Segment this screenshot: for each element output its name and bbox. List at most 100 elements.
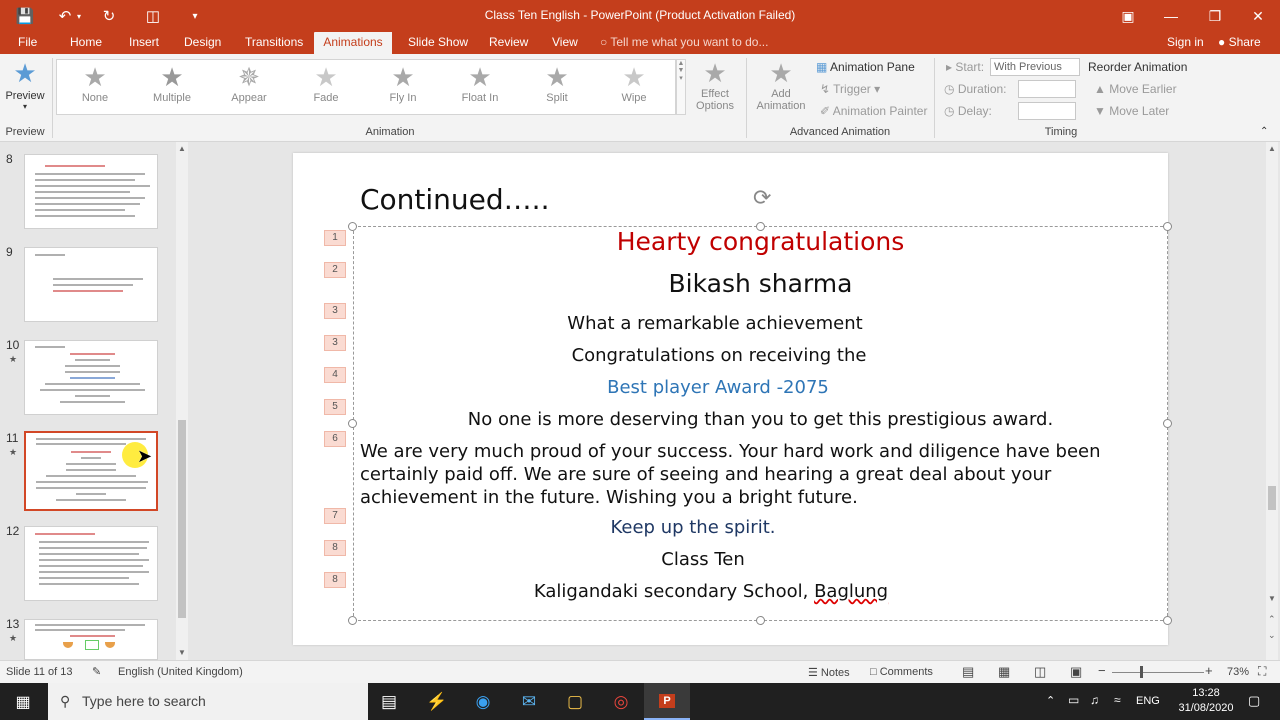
normal-view-icon[interactable]: ▤: [962, 664, 974, 680]
notifications-icon[interactable]: ▢: [1248, 693, 1260, 709]
tab-home[interactable]: Home: [66, 32, 106, 54]
next-slide-icon[interactable]: ⌄: [1268, 630, 1276, 641]
animation-painter-button[interactable]: ✐ Animation Painter: [820, 104, 927, 118]
file-explorer-icon[interactable]: ▢: [552, 683, 598, 720]
animation-order-badge[interactable]: 4: [324, 367, 346, 383]
tab-insert[interactable]: Insert: [125, 32, 163, 54]
animation-order-badge[interactable]: 7: [324, 508, 346, 524]
share-button[interactable]: ● Share: [1218, 32, 1261, 52]
ribbon-display-icon[interactable]: ▣: [1106, 0, 1150, 32]
animation-order-badge[interactable]: 2: [324, 262, 346, 278]
thumbnail-scrollbar[interactable]: ▲ ▼: [176, 142, 188, 660]
powerpoint-taskbar-icon[interactable]: P: [644, 683, 690, 720]
tab-design[interactable]: Design: [180, 32, 225, 54]
chrome-browser-icon[interactable]: ◎: [598, 683, 644, 720]
resize-handle[interactable]: [1163, 419, 1172, 428]
slide-thumbnail-9[interactable]: [24, 247, 158, 322]
tab-review[interactable]: Review: [485, 32, 532, 54]
start-select[interactable]: With Previous: [990, 58, 1080, 76]
mail-icon[interactable]: ✉: [506, 683, 552, 720]
app-lightning-icon[interactable]: ⚡: [414, 683, 460, 720]
slide-heading[interactable]: Continued…..: [360, 183, 549, 216]
slideshow-view-icon[interactable]: ▣: [1070, 664, 1082, 680]
slide-thumbnail-13[interactable]: [24, 619, 158, 660]
show-hidden-icons[interactable]: ⌃: [1046, 694, 1055, 707]
resize-handle[interactable]: [348, 616, 357, 625]
trigger-button[interactable]: ↯ Trigger ▾: [820, 82, 880, 96]
add-animation-button[interactable]: ★ Add Animation: [752, 58, 810, 112]
taskbar-search[interactable]: ⚲ Type here to search: [48, 683, 368, 720]
animation-order-badge[interactable]: 5: [324, 399, 346, 415]
resize-handle[interactable]: [1163, 616, 1172, 625]
close-icon[interactable]: ✕: [1236, 0, 1280, 32]
redo-icon[interactable]: ↻: [96, 5, 122, 27]
edge-browser-icon[interactable]: ◉: [460, 683, 506, 720]
input-language[interactable]: ENG: [1136, 695, 1160, 707]
scroll-up-icon[interactable]: ▲: [1268, 144, 1276, 153]
zoom-in-icon[interactable]: +: [1205, 663, 1213, 678]
scrollbar-thumb[interactable]: [178, 420, 186, 618]
slide-thumbnail-8[interactable]: [24, 154, 158, 229]
animation-order-badge[interactable]: 1: [324, 230, 346, 246]
duration-input[interactable]: [1018, 80, 1076, 98]
resize-handle[interactable]: [348, 419, 357, 428]
minimize-icon[interactable]: —: [1149, 0, 1193, 32]
reading-view-icon[interactable]: ◫: [1034, 664, 1046, 680]
zoom-slider-thumb[interactable]: [1140, 666, 1143, 678]
preview-button[interactable]: ★ Preview ▾: [4, 58, 46, 111]
scrollbar-thumb[interactable]: [1268, 486, 1276, 510]
animation-split[interactable]: ★ Split: [527, 62, 587, 104]
animation-order-badge[interactable]: 8: [324, 540, 346, 556]
windows-start-icon[interactable]: ▦: [0, 683, 46, 720]
animation-float-in[interactable]: ★ Float In: [450, 62, 510, 104]
fit-to-window-icon[interactable]: ⛶: [1258, 664, 1266, 679]
notes-button[interactable]: ☰ Notes: [808, 666, 850, 679]
scroll-down-icon[interactable]: ▼: [1268, 594, 1276, 603]
rotate-handle-icon[interactable]: ⟳: [753, 185, 771, 211]
sign-in-link[interactable]: Sign in: [1167, 32, 1204, 52]
tab-file[interactable]: File: [14, 32, 41, 54]
wifi-icon[interactable]: ≈: [1114, 693, 1121, 707]
resize-handle[interactable]: [1163, 222, 1172, 231]
previous-slide-icon[interactable]: ⌃: [1268, 614, 1276, 625]
animation-wipe[interactable]: ★ Wipe: [604, 62, 664, 104]
slide-thumbnail-10[interactable]: [24, 340, 158, 415]
tab-transitions[interactable]: Transitions: [241, 32, 307, 54]
animation-order-badge[interactable]: 3: [324, 335, 346, 351]
animation-pane-button[interactable]: ▦ Animation Pane: [816, 60, 915, 74]
task-view-icon[interactable]: ▤: [366, 683, 412, 720]
restore-icon[interactable]: ❐: [1193, 0, 1237, 32]
comments-button[interactable]: □ Comments: [870, 666, 933, 678]
move-later-button[interactable]: ▼ Move Later: [1094, 104, 1169, 118]
zoom-level[interactable]: 73%: [1227, 666, 1249, 678]
resize-handle[interactable]: [348, 222, 357, 231]
tab-animations[interactable]: Animations: [314, 32, 392, 54]
delay-input[interactable]: [1018, 102, 1076, 120]
volume-icon[interactable]: ♫: [1090, 693, 1099, 707]
slide-sorter-icon[interactable]: ▦: [998, 664, 1010, 680]
tell-me-box[interactable]: ○ Tell me what you want to do...: [600, 32, 768, 52]
battery-icon[interactable]: ▭: [1068, 693, 1079, 707]
animation-fly-in[interactable]: ★ Fly In: [373, 62, 433, 104]
animation-none[interactable]: ★ None: [65, 62, 125, 104]
collapse-ribbon-icon[interactable]: ⌃: [1260, 126, 1268, 137]
animation-order-badge[interactable]: 8: [324, 572, 346, 588]
save-icon[interactable]: 💾: [12, 5, 38, 27]
animation-fade[interactable]: ★ Fade: [296, 62, 356, 104]
animation-order-badge[interactable]: 6: [324, 431, 346, 447]
move-earlier-button[interactable]: ▲ Move Earlier: [1094, 82, 1177, 96]
animation-appear[interactable]: ✵ Appear: [219, 62, 279, 104]
gallery-scroll[interactable]: ▲ ▼ ▾: [676, 59, 686, 115]
slide-thumbnail-12[interactable]: [24, 526, 158, 601]
scroll-up-icon[interactable]: ▲: [178, 144, 186, 153]
animation-multiple[interactable]: ★ Multiple: [142, 62, 202, 104]
present-icon[interactable]: ◫: [140, 5, 166, 27]
effect-options-button[interactable]: ★ Effect Options: [690, 58, 740, 112]
resize-handle[interactable]: [756, 616, 765, 625]
slide-scrollbar[interactable]: ▲ ▼ ⌃ ⌄: [1266, 142, 1278, 660]
zoom-slider[interactable]: [1112, 672, 1204, 673]
resize-handle[interactable]: [756, 222, 765, 231]
clock[interactable]: 13:28 31/08/2020: [1174, 686, 1238, 716]
spellcheck-icon[interactable]: ✎: [92, 665, 101, 678]
zoom-out-icon[interactable]: −: [1098, 663, 1106, 678]
